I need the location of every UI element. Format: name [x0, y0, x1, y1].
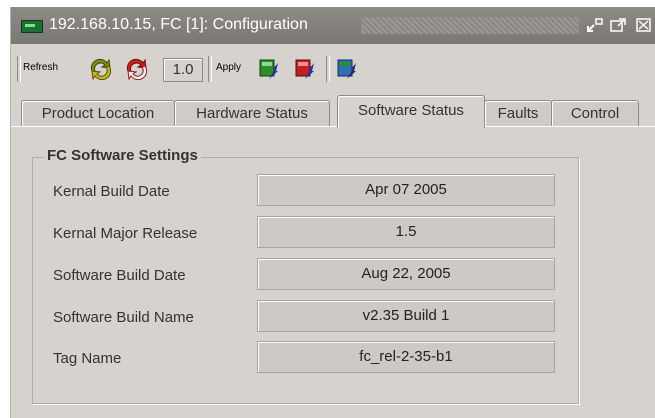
tag-name-field: fc_rel-2-35-b1	[257, 341, 555, 373]
close-icon[interactable]	[635, 17, 653, 33]
zoom-level-field[interactable]: 1.0	[163, 58, 203, 82]
tab-faults[interactable]: Faults	[484, 100, 552, 126]
toolbar-separator	[17, 56, 21, 82]
restore-icon[interactable]	[586, 17, 604, 33]
title-bar[interactable]: 192.168.10.15, FC [1]: Configuration	[11, 7, 655, 44]
kernal-build-date-label: Kernal Build Date	[53, 183, 170, 200]
toolbar: Refresh 1.0 Apply	[11, 44, 655, 94]
software-build-date-label: Software Build Date	[53, 267, 186, 284]
settings-group-title: FC Software Settings	[44, 147, 201, 164]
software-build-date-field: Aug 22, 2005	[257, 258, 555, 290]
tag-name-label: Tag Name	[53, 350, 122, 367]
tab-control[interactable]: Control	[551, 100, 639, 126]
refresh-red-icon[interactable]	[125, 57, 149, 81]
tab-hardware-status[interactable]: Hardware Status	[174, 100, 330, 126]
apply-red-icon[interactable]	[293, 57, 317, 81]
window-title: 192.168.10.15, FC [1]: Configuration	[49, 16, 308, 33]
apply-green-icon[interactable]	[257, 57, 281, 81]
tab-software-status[interactable]: Software Status	[337, 95, 485, 128]
refresh-green-icon[interactable]	[89, 57, 113, 81]
toolbar-separator	[326, 56, 330, 82]
device-icon	[21, 20, 43, 33]
tab-divider	[11, 126, 655, 127]
maximize-icon[interactable]	[609, 17, 627, 33]
apply-button[interactable]: Apply	[216, 62, 241, 73]
tab-strip: Product Location Hardware Status Softwar…	[11, 95, 655, 128]
apply-blue-icon[interactable]	[335, 57, 359, 81]
software-build-name-label: Software Build Name	[53, 309, 194, 326]
kernal-major-release-field: 1.5	[257, 216, 555, 248]
refresh-button[interactable]: Refresh	[23, 62, 58, 73]
kernal-build-date-field: Apr 07 2005	[257, 174, 555, 206]
software-build-name-field: v2.35 Build 1	[257, 300, 555, 332]
kernal-major-release-label: Kernal Major Release	[53, 225, 198, 242]
title-bar-grip	[361, 17, 579, 34]
configuration-window: 192.168.10.15, FC [1]: Configuration Ref…	[10, 7, 655, 418]
toolbar-separator	[208, 56, 212, 82]
tab-product-location[interactable]: Product Location	[21, 100, 175, 126]
